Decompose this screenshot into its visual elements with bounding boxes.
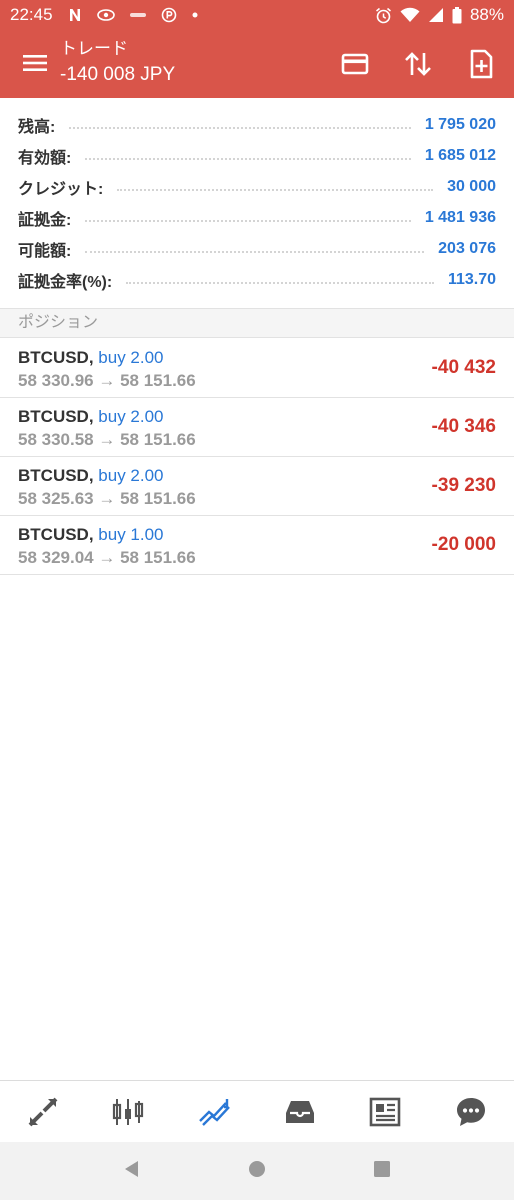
position-row[interactable]: BTCUSD, buy 2.00 58 330.58 → 58 151.66 -… xyxy=(0,398,514,457)
position-row[interactable]: BTCUSD, buy 2.00 58 330.96 → 58 151.66 -… xyxy=(0,339,514,398)
position-profit: -40 432 xyxy=(431,357,496,378)
account-summary: 残高: 1 795 020 有効額: 1 685 012 クレジット: 30 0… xyxy=(0,98,514,295)
sort-arrows-icon xyxy=(405,52,431,76)
position-symbol: BTCUSD, xyxy=(18,348,94,367)
position-type: buy 1.00 xyxy=(98,525,164,544)
positions-header: ポジション xyxy=(0,308,514,338)
dotted-leader xyxy=(69,126,411,129)
quotes-icon xyxy=(28,1097,58,1127)
position-type: buy 2.00 xyxy=(98,348,164,367)
position-row[interactable]: BTCUSD, buy 2.00 58 325.63 → 58 151.66 -… xyxy=(0,457,514,516)
new-order-button[interactable] xyxy=(465,48,497,80)
position-symbol: BTCUSD, xyxy=(18,525,94,544)
signal-icon xyxy=(428,7,444,23)
position-type: buy 2.00 xyxy=(98,407,164,426)
page-title: トレード xyxy=(60,39,128,58)
app-icon xyxy=(129,10,147,20)
back-button[interactable] xyxy=(121,1158,143,1185)
positions-list: BTCUSD, buy 2.00 58 330.96 → 58 151.66 -… xyxy=(0,339,514,575)
dotted-leader xyxy=(85,250,425,253)
back-triangle-icon xyxy=(125,1160,139,1177)
dotted-leader xyxy=(126,281,434,284)
app-bar: トレード -140 008 JPY xyxy=(0,30,514,98)
netflix-n-icon xyxy=(67,7,83,23)
summary-row-credit: クレジット: 30 000 xyxy=(0,171,514,202)
summary-value: 203 076 xyxy=(438,239,496,257)
hamburger-icon xyxy=(23,55,47,71)
status-bar: 22:45 88% xyxy=(0,0,514,30)
position-profit: -39 230 xyxy=(431,475,496,496)
dotted-leader xyxy=(117,188,434,191)
dotted-leader xyxy=(85,157,411,160)
summary-value: 113.70 xyxy=(447,270,496,288)
nav-chart[interactable] xyxy=(108,1092,148,1132)
summary-label: 可能額: xyxy=(18,242,72,260)
news-icon xyxy=(370,1097,401,1127)
recents-square-icon xyxy=(373,1160,390,1177)
nav-chat[interactable] xyxy=(451,1092,491,1132)
summary-row-free-margin: 可能額: 203 076 xyxy=(0,233,514,264)
summary-value: 30 000 xyxy=(447,177,496,195)
position-prices: 58 325.63 → 58 151.66 xyxy=(18,489,196,508)
summary-row-equity: 有効額: 1 685 012 xyxy=(0,140,514,171)
parking-icon xyxy=(161,7,177,23)
position-profit: -40 346 xyxy=(431,416,496,437)
battery-icon xyxy=(452,6,462,24)
card-button[interactable] xyxy=(339,48,371,80)
summary-row-margin-level: 証拠金率(%): 113.70 xyxy=(0,264,514,295)
nav-news[interactable] xyxy=(365,1092,405,1132)
system-nav-bar xyxy=(0,1142,514,1200)
home-button[interactable] xyxy=(246,1158,268,1185)
nav-trade[interactable] xyxy=(194,1092,234,1132)
position-prices: 58 329.04 → 58 151.66 xyxy=(18,548,196,567)
dotted-leader xyxy=(85,219,411,222)
summary-value: 1 795 020 xyxy=(424,115,496,133)
position-symbol: BTCUSD, xyxy=(18,407,94,426)
home-circle-icon xyxy=(248,1160,265,1177)
chat-icon xyxy=(457,1098,486,1126)
bottom-nav xyxy=(0,1080,514,1143)
summary-label: 有効額: xyxy=(18,149,72,167)
recents-button[interactable] xyxy=(371,1158,393,1185)
position-row[interactable]: BTCUSD, buy 1.00 58 329.04 → 58 151.66 -… xyxy=(0,516,514,575)
account-profit: -140 008 JPY xyxy=(60,64,176,85)
summary-label: 証拠金率(%): xyxy=(18,273,113,291)
summary-value: 1 481 936 xyxy=(424,208,496,226)
position-profit: -20 000 xyxy=(431,534,496,555)
eye-icon xyxy=(96,9,115,21)
battery-percent: 88% xyxy=(469,5,504,24)
chart-icon xyxy=(113,1099,144,1125)
position-prices: 58 330.58 → 58 151.66 xyxy=(18,430,196,449)
summary-label: クレジット: xyxy=(18,180,104,198)
position-type: buy 2.00 xyxy=(98,466,164,485)
summary-label: 残高: xyxy=(18,118,56,136)
history-icon xyxy=(285,1101,314,1123)
trade-icon xyxy=(199,1099,231,1126)
summary-value: 1 685 012 xyxy=(424,146,496,164)
summary-row-balance: 残高: 1 795 020 xyxy=(0,109,514,140)
status-time: 22:45 xyxy=(10,5,53,24)
sort-button[interactable] xyxy=(402,48,434,80)
dot-icon xyxy=(191,11,199,19)
nav-history[interactable] xyxy=(280,1092,320,1132)
menu-button[interactable] xyxy=(20,48,50,78)
nav-quotes[interactable] xyxy=(23,1092,63,1132)
card-icon xyxy=(341,53,369,75)
position-symbol: BTCUSD, xyxy=(18,466,94,485)
new-order-icon xyxy=(470,49,493,79)
summary-row-margin: 証拠金: 1 481 936 xyxy=(0,202,514,233)
position-prices: 58 330.96 → 58 151.66 xyxy=(18,371,196,390)
summary-label: 証拠金: xyxy=(18,211,72,229)
wifi-icon xyxy=(400,7,420,23)
alarm-icon xyxy=(375,7,392,24)
